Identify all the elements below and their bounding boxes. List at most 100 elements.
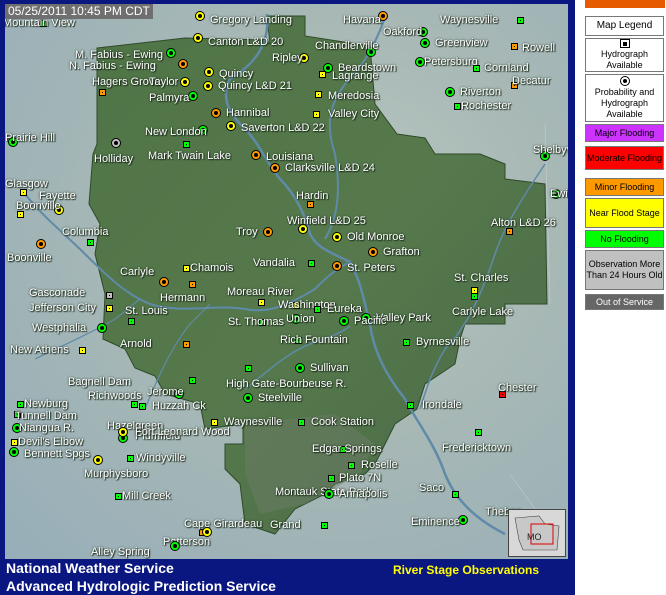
map-canvas[interactable]: Gregory Landing Canton L&D 20 M. Fabius - … (5, 4, 568, 559)
inset-map[interactable]: MO (508, 509, 566, 557)
station-label[interactable]: Eminence (411, 516, 460, 528)
station-marker[interactable] (243, 393, 253, 403)
station-marker[interactable] (226, 121, 236, 131)
station-label[interactable]: Ewinger (550, 188, 568, 200)
station-marker[interactable] (93, 455, 103, 465)
station-marker[interactable] (86, 238, 94, 246)
service-name[interactable]: Advanced Hydrologic Prediction Service (6, 578, 276, 594)
station-label[interactable]: Alley Spring (91, 546, 150, 558)
station-label[interactable]: Jefferson City (29, 302, 96, 314)
station-label[interactable]: Pacific (354, 315, 386, 327)
station-label[interactable]: High Gate-Bourbeuse R. (226, 378, 346, 390)
station-label[interactable]: Riverton (460, 86, 501, 98)
station-marker[interactable] (111, 138, 121, 148)
station-label[interactable]: St. Thomas (228, 316, 284, 328)
station-label[interactable]: Murphysboro (84, 468, 148, 480)
station-marker[interactable] (211, 108, 221, 118)
station-label[interactable]: Waynesville (440, 14, 498, 26)
station-label[interactable]: Palmyra (149, 92, 189, 104)
station-marker[interactable] (138, 402, 146, 410)
station-label[interactable]: Chester (498, 382, 537, 394)
station-label[interactable]: Annapolis (339, 488, 387, 500)
station-label[interactable]: Columbia (62, 226, 108, 238)
station-marker[interactable] (445, 87, 455, 97)
station-marker[interactable] (368, 247, 378, 257)
station-marker[interactable] (295, 363, 305, 373)
station-label[interactable]: Saverton L&D 22 (241, 122, 325, 134)
station-label[interactable]: Tunnell Dam (15, 410, 77, 422)
station-marker[interactable] (182, 264, 190, 272)
station-marker[interactable] (204, 67, 214, 77)
station-label[interactable]: Roselle (361, 459, 398, 471)
station-label[interactable]: Cornland (484, 62, 529, 74)
station-marker[interactable] (182, 340, 190, 348)
station-marker[interactable] (420, 38, 430, 48)
station-marker[interactable] (470, 292, 478, 300)
station-label[interactable]: Chamois (190, 262, 233, 274)
station-marker[interactable] (166, 48, 176, 58)
station-label[interactable]: Holliday (94, 153, 133, 165)
station-label[interactable]: Saco (419, 482, 444, 494)
station-marker[interactable] (257, 298, 265, 306)
station-label[interactable]: Niangua R. (19, 422, 74, 434)
station-marker[interactable] (297, 418, 305, 426)
station-label[interactable]: Fredericktown (442, 442, 511, 454)
station-marker[interactable] (453, 102, 461, 110)
station-marker[interactable] (105, 291, 113, 299)
station-marker[interactable] (324, 489, 334, 499)
river-map[interactable]: Gregory Landing Canton L&D 20 M. Fabius - … (0, 0, 575, 595)
station-label[interactable]: Clarksville L&D 24 (285, 162, 375, 174)
station-label[interactable]: Quincy (219, 68, 253, 80)
station-label[interactable]: Gregory Landing (210, 14, 292, 26)
station-label[interactable]: Canton L&D 20 (208, 36, 283, 48)
station-label[interactable]: Bennett Spgs (24, 448, 90, 460)
station-label[interactable]: New Athens (10, 344, 69, 356)
station-label[interactable]: Winfield L&D 25 (287, 215, 366, 227)
station-label[interactable]: Taylor (149, 76, 178, 88)
station-label[interactable]: Quincy L&D 21 (218, 80, 292, 92)
station-marker[interactable] (193, 33, 203, 43)
station-marker[interactable] (97, 323, 107, 333)
station-label[interactable]: Plato 7N (339, 472, 381, 484)
station-marker[interactable] (314, 90, 322, 98)
station-label[interactable]: St. Peters (347, 262, 395, 274)
station-marker[interactable] (251, 150, 261, 160)
station-label[interactable]: Decatur (512, 75, 551, 87)
station-marker[interactable] (332, 232, 342, 242)
station-label[interactable]: Edgar Springs (312, 443, 382, 455)
station-label[interactable]: Greenview (435, 37, 488, 49)
station-label[interactable]: Valley City (328, 108, 379, 120)
station-label[interactable]: Rich Fountain (280, 334, 348, 346)
station-marker[interactable] (195, 11, 205, 21)
station-label[interactable]: Hardin (296, 190, 328, 202)
station-label[interactable]: Rochester (461, 100, 511, 112)
station-marker[interactable] (320, 521, 328, 529)
station-label[interactable]: Rowell (522, 42, 555, 54)
station-label[interactable]: Grafton (383, 246, 420, 258)
station-label[interactable]: Troy (236, 226, 258, 238)
station-marker[interactable] (451, 490, 459, 498)
station-label[interactable]: Bagnell Dam (68, 376, 131, 388)
station-label[interactable]: St. Charles (454, 272, 508, 284)
station-marker[interactable] (318, 70, 326, 78)
station-label[interactable]: Hermann (160, 292, 205, 304)
station-label[interactable]: Carlyle Lake (452, 306, 513, 318)
station-marker[interactable] (472, 64, 480, 72)
station-label[interactable]: Carlyle (120, 266, 154, 278)
station-label[interactable]: Huzzah Ck (152, 400, 206, 412)
station-marker[interactable] (210, 418, 218, 426)
station-marker[interactable] (270, 163, 280, 173)
station-marker[interactable] (510, 42, 518, 50)
station-label[interactable]: Grand (270, 519, 301, 531)
station-marker[interactable] (307, 259, 315, 267)
station-marker[interactable] (339, 316, 349, 326)
station-label[interactable]: Glasgow (5, 178, 48, 190)
station-label[interactable]: Lagrange (332, 70, 379, 82)
station-marker[interactable] (126, 454, 134, 462)
station-label[interactable]: Boonville (7, 252, 52, 264)
station-marker[interactable] (516, 16, 524, 24)
station-label[interactable]: Sullivan (310, 362, 349, 374)
agency-name[interactable]: National Weather Service (6, 560, 174, 576)
station-label[interactable]: Hannibal (226, 107, 269, 119)
station-marker[interactable] (263, 227, 273, 237)
